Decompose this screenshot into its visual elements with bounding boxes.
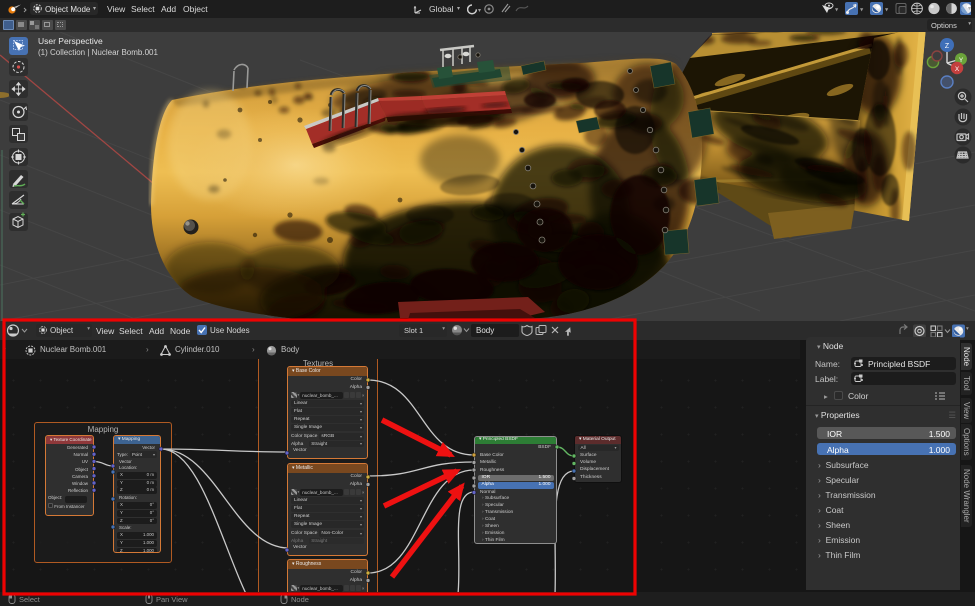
svg-text:(1) Collection | Nuclear Bomb.: (1) Collection | Nuclear Bomb.001 [38,48,158,57]
svg-text:▾: ▾ [835,7,839,14]
svg-text:▾: ▾ [478,8,481,14]
svg-text:User Perspective: User Perspective [38,36,103,46]
svg-text:Z: Z [945,43,950,50]
svg-text:▾: ▾ [860,7,864,14]
svg-text:▾: ▾ [885,7,889,14]
svg-text:X: X [955,66,960,73]
